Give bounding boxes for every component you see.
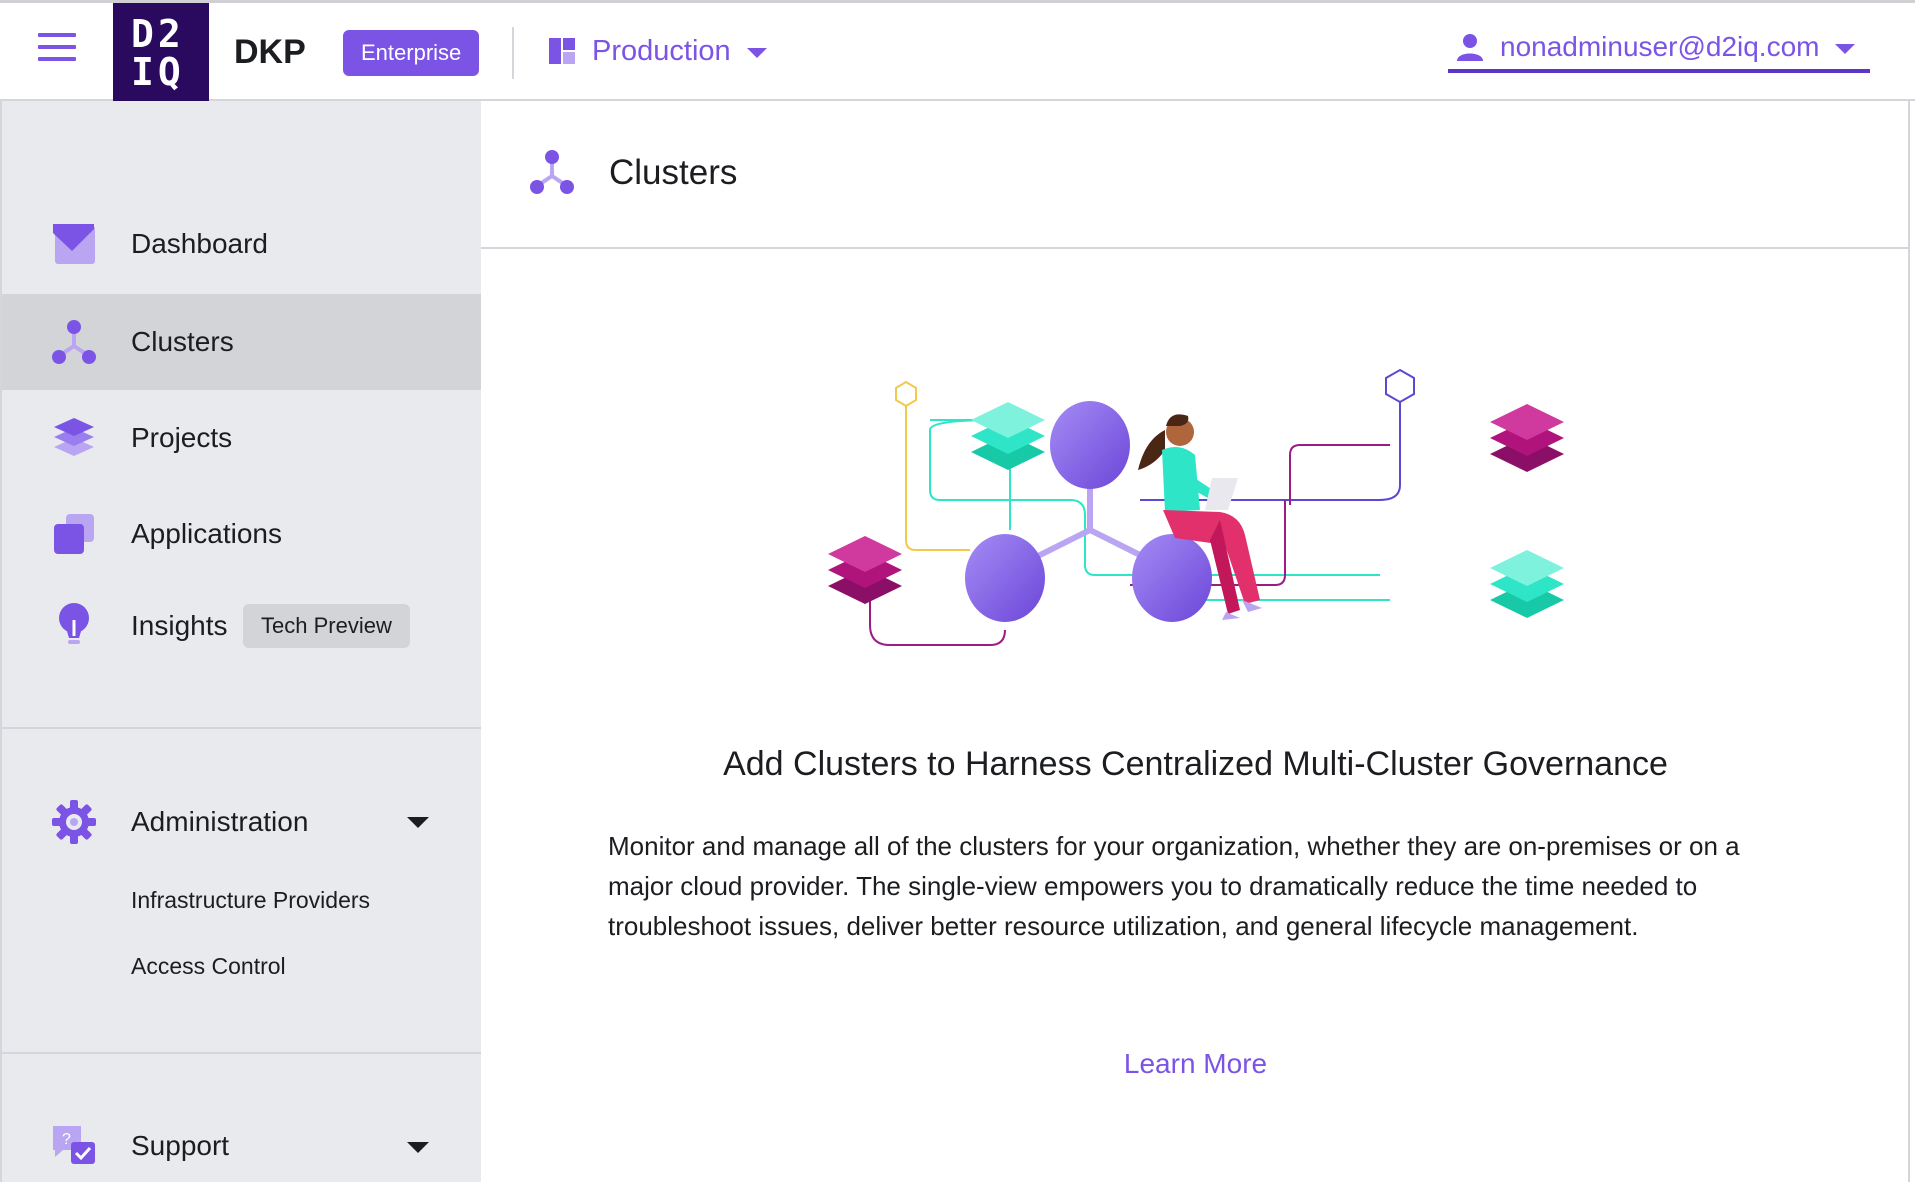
user-icon — [1457, 34, 1483, 61]
clusters-illustration — [828, 368, 1564, 646]
sidebar-item-support[interactable]: ? Support — [2, 1098, 481, 1182]
projects-icon — [50, 414, 98, 462]
sidebar-item-label: Clusters — [131, 326, 234, 357]
sidebar-item-dashboard[interactable]: Dashboard — [2, 196, 481, 292]
sidebar-item-label: Dashboard — [131, 228, 268, 259]
sidebar-divider — [2, 727, 481, 729]
workspace-name: Production — [592, 34, 731, 67]
sidebar-item-insights[interactable]: Insights Tech Preview — [2, 578, 481, 674]
workspace-icon — [549, 38, 575, 64]
workspace-switcher[interactable]: Production — [548, 29, 767, 73]
sidebar: Dashboard Clusters Projects Applications… — [0, 101, 481, 1182]
gear-icon — [50, 798, 98, 846]
top-bar: D2 IQ DKP Enterprise Production nonadmin… — [0, 0, 1915, 102]
sidebar-item-label: Applications — [131, 518, 282, 549]
clusters-icon — [529, 149, 575, 200]
empty-state-heading: Add Clusters to Harness Centralized Mult… — [723, 745, 1668, 783]
user-email: nonadminuser@d2iq.com — [1500, 31, 1820, 62]
logo-line-1: D2 — [131, 12, 185, 56]
applications-icon — [50, 510, 98, 558]
svg-text:?: ? — [62, 1131, 71, 1148]
content-right-border — [1908, 101, 1910, 1182]
d2iq-logo[interactable]: D2 IQ — [113, 3, 209, 102]
enterprise-badge: Enterprise — [343, 30, 480, 76]
logo-line-2: IQ — [131, 50, 185, 94]
sidebar-subitem-access-control[interactable]: Access Control — [131, 953, 286, 980]
insights-icon — [50, 602, 98, 650]
chevron-down-icon — [746, 48, 767, 58]
sidebar-divider — [2, 1052, 481, 1054]
page-header: Clusters — [481, 101, 1910, 249]
header-divider — [512, 27, 514, 79]
page-title: Clusters — [609, 153, 738, 192]
dashboard-icon — [50, 220, 98, 268]
chevron-down-icon[interactable] — [407, 1142, 429, 1153]
learn-more-link[interactable]: Learn More — [481, 1048, 1910, 1080]
empty-state-description: Monitor and manage all of the clusters f… — [608, 831, 1740, 941]
product-name: DKP — [234, 33, 306, 71]
sidebar-item-label: Projects — [131, 422, 233, 453]
sidebar-item-administration[interactable]: Administration — [2, 774, 481, 870]
user-menu[interactable]: nonadminuser@d2iq.com — [1448, 25, 1870, 73]
tech-preview-badge: Tech Preview — [243, 604, 410, 648]
hamburger-menu-icon[interactable] — [38, 33, 76, 69]
chevron-down-icon — [1835, 44, 1856, 54]
sidebar-item-label: Administration — [131, 806, 309, 837]
support-icon: ? — [50, 1122, 98, 1170]
chevron-down-icon[interactable] — [407, 817, 429, 828]
sidebar-subitem-infrastructure-providers[interactable]: Infrastructure Providers — [131, 887, 370, 914]
clusters-icon — [50, 318, 98, 366]
sidebar-item-projects[interactable]: Projects — [2, 390, 481, 486]
sidebar-item-applications[interactable]: Applications — [2, 486, 481, 582]
sidebar-item-clusters[interactable]: Clusters — [2, 294, 481, 390]
sidebar-item-label: Insights — [131, 610, 228, 641]
sidebar-item-label: Support — [131, 1130, 230, 1161]
